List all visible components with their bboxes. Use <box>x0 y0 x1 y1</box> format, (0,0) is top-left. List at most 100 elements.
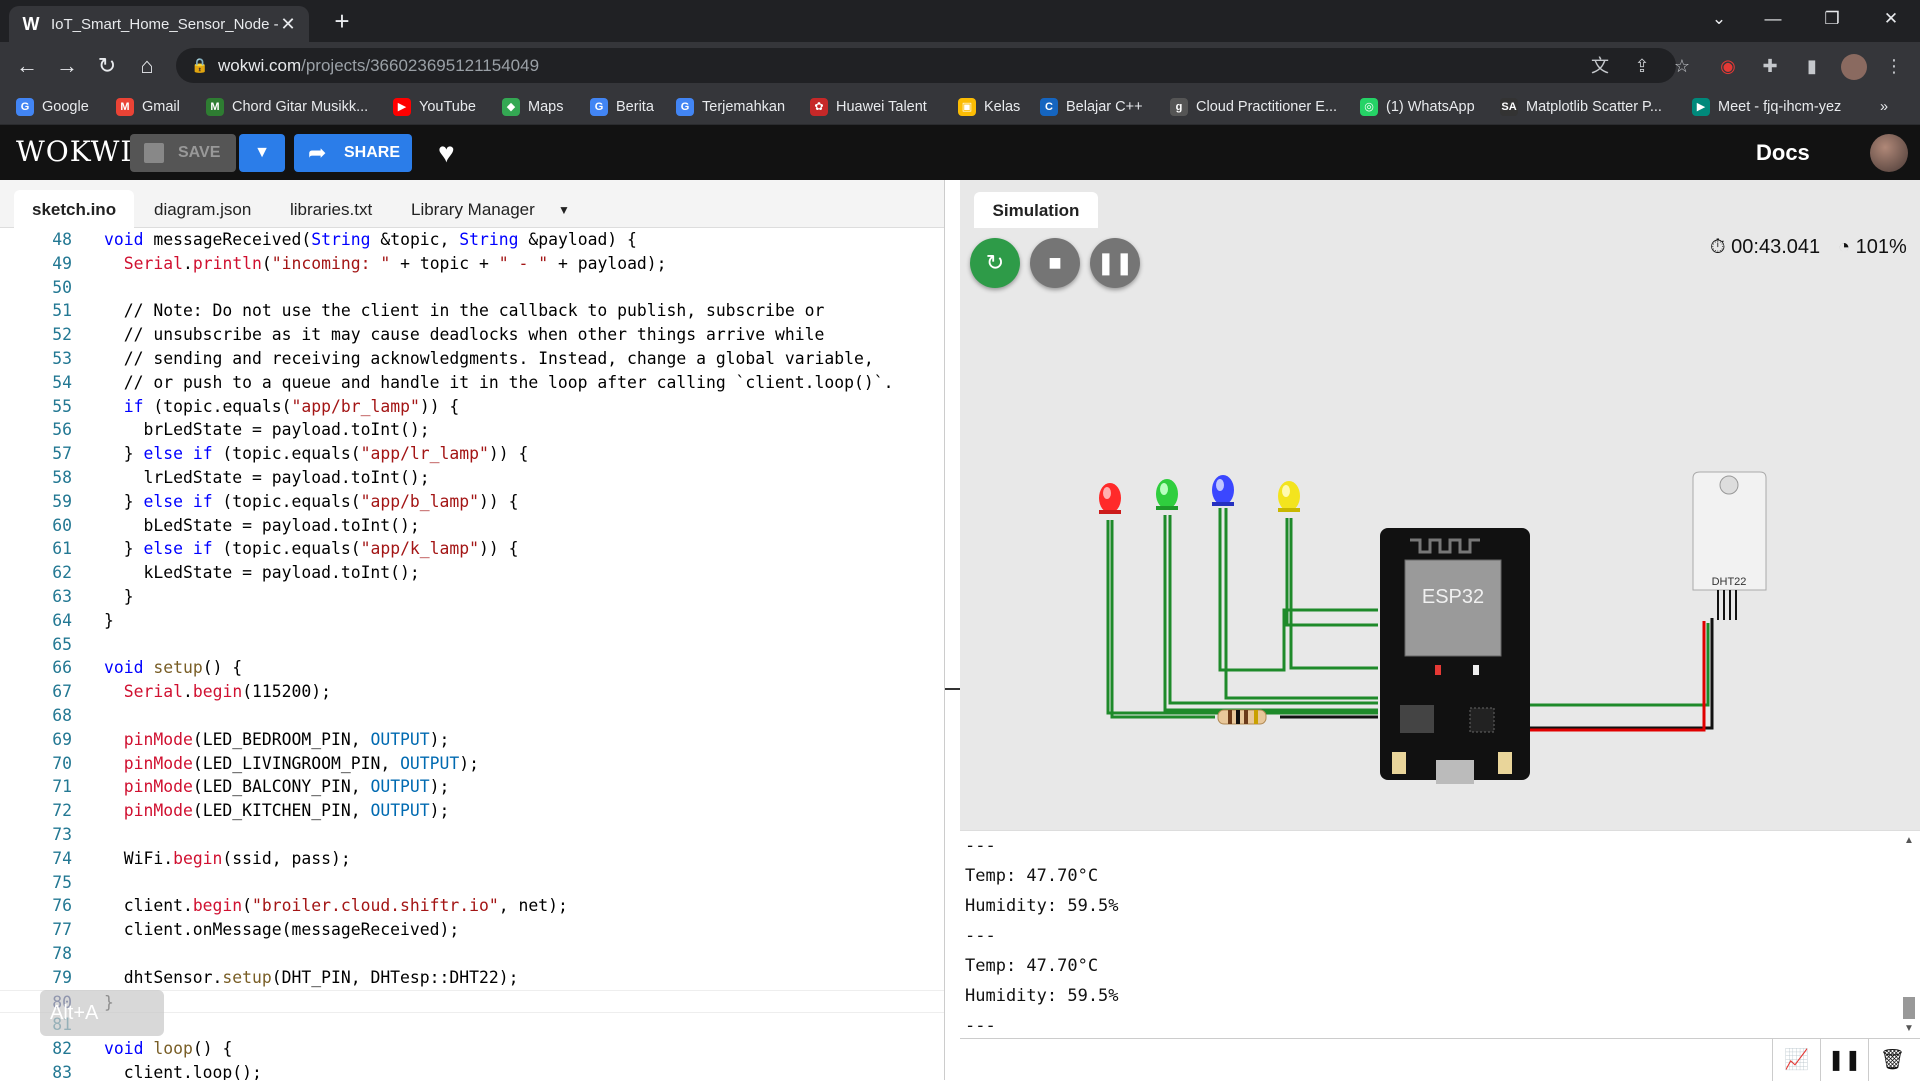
line-number: 54 <box>52 372 72 392</box>
bookmark-12[interactable]: SA Matplotlib Scatter P... <box>1500 89 1662 125</box>
more-tabs-chevron-icon[interactable]: ▼ <box>540 190 588 228</box>
scroll-down-icon[interactable]: ▼ <box>1904 1023 1914 1034</box>
line-number: 67 <box>52 682 72 702</box>
bookmark-label: Matplotlib Scatter P... <box>1526 99 1662 115</box>
serial-line: Temp: 47.70°C <box>965 866 1099 886</box>
serial-scrollbar[interactable]: ▲ ▼ <box>1900 835 1918 1035</box>
scroll-thumb[interactable] <box>1903 997 1915 1019</box>
code-line: brLedState = payload.toInt(); <box>104 420 430 440</box>
bookmark-3[interactable]: ▶ YouTube <box>393 89 476 125</box>
browser-tab[interactable]: W IoT_Smart_Home_Sensor_Node - ✕ <box>9 6 309 42</box>
minimize-button[interactable]: — <box>1744 0 1802 38</box>
pane-splitter[interactable] <box>944 180 961 1080</box>
forward-arrow-icon[interactable]: → <box>51 50 83 82</box>
tab-diagram-json[interactable]: diagram.json <box>136 190 269 228</box>
bookmark-label: Kelas <box>984 99 1021 115</box>
bookmark-1[interactable]: M Gmail <box>116 89 180 125</box>
bookmark-favicon-icon: G <box>590 98 608 116</box>
led-red[interactable] <box>1099 483 1121 514</box>
profile-avatar-icon[interactable] <box>1838 50 1870 82</box>
serial-monitor[interactable]: --- Temp: 47.70°C Humidity: 59.5% --- Te… <box>960 830 1920 1038</box>
line-number: 61 <box>52 539 72 559</box>
bookmark-favicon-icon: SA <box>1500 98 1518 116</box>
docs-link[interactable]: Docs <box>1756 140 1810 166</box>
share-button-label: SHARE <box>344 144 401 161</box>
code-editor[interactable]: 48 void messageReceived(String &topic, St… <box>0 228 944 1080</box>
menu-kebab-icon[interactable]: ⋮ <box>1878 50 1910 82</box>
bookmark-5[interactable]: G Berita <box>590 89 654 125</box>
code-line: pinMode(LED_KITCHEN_PIN, OUTPUT); <box>123 801 450 821</box>
resistor[interactable] <box>1217 709 1267 725</box>
browser-tab-title: IoT_Smart_Home_Sensor_Node - <box>51 15 279 33</box>
line-number: 75 <box>52 872 72 892</box>
bookmark-label: Gmail <box>142 99 180 115</box>
bookmark-favicon-icon: ✿ <box>810 98 828 116</box>
translate-icon[interactable]: 文 <box>1584 50 1616 82</box>
wire-green-led <box>1163 515 1378 712</box>
home-icon[interactable]: ⌂ <box>131 50 163 82</box>
code-line: } <box>104 587 134 606</box>
clear-trash-icon[interactable]: 🗑 <box>1868 1039 1916 1081</box>
save-button[interactable]: SAVE <box>130 134 236 172</box>
tab-sketch-ino[interactable]: sketch.ino <box>14 190 135 228</box>
user-avatar[interactable] <box>1870 134 1908 172</box>
tab-libraries-txt[interactable]: libraries.txt <box>272 190 390 228</box>
code-line: pinMode(LED_LIVINGROOM_PIN, OUTPUT); <box>123 753 480 773</box>
bookmark-10[interactable]: g Cloud Practitioner E... <box>1170 89 1337 125</box>
bookmarks-bar: G Google M Gmail M Chord Gitar Musikk... ▶ YouT… <box>0 89 1920 125</box>
wokwi-logo[interactable]: WOKWI <box>16 135 133 168</box>
save-dropdown-button[interactable]: ▼ <box>239 134 285 172</box>
bookmark-11[interactable]: ◎ (1) WhatsApp <box>1360 89 1475 125</box>
bookmark-0[interactable]: G Google <box>16 89 89 125</box>
bookmark-13[interactable]: ▶ Meet - fjq-ihcm-yez <box>1692 89 1841 125</box>
share-button[interactable]: ➦ SHARE <box>294 134 412 172</box>
bookmark-7[interactable]: ✿ Huawei Talent <box>810 89 927 125</box>
back-arrow-icon[interactable]: ← <box>11 50 43 82</box>
bookmark-label: (1) WhatsApp <box>1386 99 1475 115</box>
bookmark-4[interactable]: ◆ Maps <box>502 89 563 125</box>
led-yellow[interactable] <box>1278 481 1300 512</box>
bookmark-8[interactable]: ▣ Kelas <box>958 89 1020 125</box>
line-number: 74 <box>52 848 72 868</box>
serial-line: --- <box>965 836 996 856</box>
pause-serial-icon[interactable]: ❚❚ <box>1820 1039 1868 1081</box>
esp32-board[interactable]: ESP32 <box>1380 528 1530 784</box>
scroll-up-icon[interactable]: ▲ <box>1904 835 1914 846</box>
led-blue[interactable] <box>1212 475 1234 506</box>
bookmark-6[interactable]: G Terjemahkan <box>676 89 785 125</box>
more-bookmarks-button[interactable]: » <box>1880 89 1888 125</box>
line-number: 68 <box>52 706 72 725</box>
line-number: 64 <box>52 610 72 630</box>
reload-icon[interactable]: ↻ <box>91 50 123 82</box>
extension-red-icon[interactable]: ◉ <box>1712 50 1744 82</box>
code-line: void loop() { <box>104 1039 233 1059</box>
line-number: 62 <box>52 563 72 583</box>
new-tab-button[interactable]: + <box>326 6 358 38</box>
bookmark-label: Belajar C++ <box>1066 99 1143 115</box>
splitter-handle[interactable] <box>945 688 961 690</box>
close-tab-icon[interactable]: ✕ <box>279 14 297 35</box>
address-bar[interactable]: 🔒 wokwi.com/projects/366023695121154049 <box>176 48 1676 83</box>
code-line: Serial.println("incoming: " + topic + " … <box>123 253 667 273</box>
code-line: kLedState = payload.toInt(); <box>104 563 420 583</box>
dht22-sensor[interactable]: DHT22 <box>1692 471 1767 620</box>
extensions-puzzle-icon[interactable]: ✚ <box>1754 50 1786 82</box>
bookmark-star-icon[interactable]: ☆ <box>1666 50 1698 82</box>
close-window-button[interactable]: ✕ <box>1862 0 1920 38</box>
tab-library-manager[interactable]: Library Manager <box>393 190 553 228</box>
url-path: /projects/366023695121154049 <box>301 56 540 75</box>
tab-search-icon[interactable]: ⌄ <box>1690 0 1748 38</box>
bookmark-2[interactable]: M Chord Gitar Musikk... <box>206 89 368 125</box>
serial-toolbar: 📈 ❚❚ 🗑 <box>960 1038 1920 1081</box>
plotter-chart-icon[interactable]: 📈 <box>1772 1039 1820 1081</box>
heart-icon[interactable]: ♥ <box>438 137 455 169</box>
share-page-icon[interactable]: ⇪ <box>1626 50 1658 82</box>
led-green[interactable] <box>1156 479 1178 510</box>
restore-button[interactable]: ❐ <box>1803 0 1861 38</box>
line-number: 76 <box>52 896 72 916</box>
circuit-diagram[interactable]: ESP32 DHT22 <box>960 180 1920 830</box>
serial-line: Temp: 47.70°C <box>965 956 1099 976</box>
bookmark-9[interactable]: C Belajar C++ <box>1040 89 1143 125</box>
serial-input[interactable] <box>960 1039 1772 1081</box>
side-panel-icon[interactable]: ▮ <box>1796 50 1828 82</box>
